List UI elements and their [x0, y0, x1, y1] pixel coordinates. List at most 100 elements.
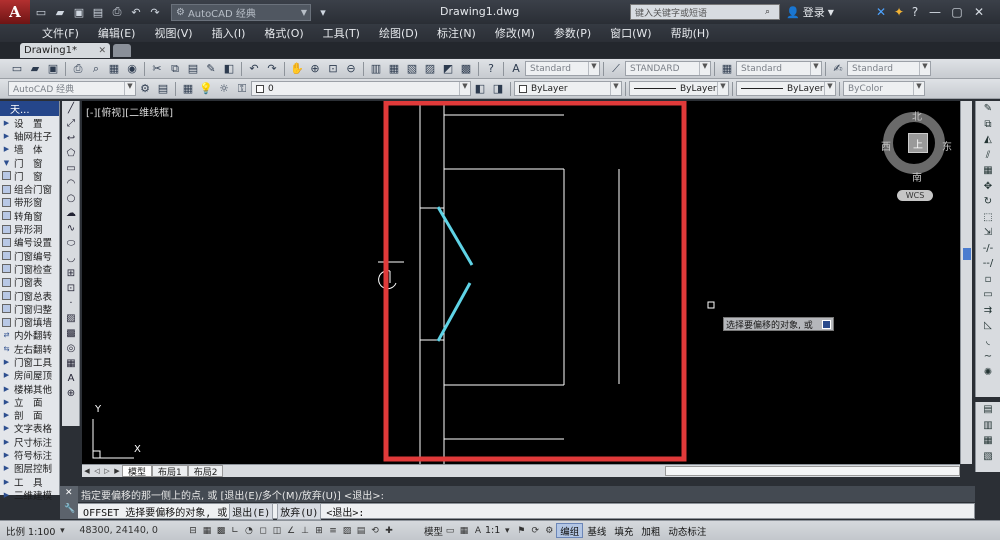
zoom-realtime-icon[interactable]: ⊕: [307, 61, 323, 77]
viewcube-top-face[interactable]: 上: [908, 133, 928, 153]
mirror-icon[interactable]: ◭: [976, 132, 1000, 148]
open-file-icon[interactable]: ▰: [52, 4, 68, 20]
palette-item[interactable]: ▶ 图层控制: [0, 462, 59, 475]
linetype-select[interactable]: ByLayer ▼: [629, 81, 729, 96]
quick-view-icon[interactable]: ▦: [457, 524, 471, 538]
options-icon[interactable]: [822, 319, 831, 329]
layer-properties-icon[interactable]: ▦: [180, 81, 196, 97]
text-style-icon[interactable]: A: [508, 61, 524, 77]
table-style-select[interactable]: Standard ▼: [736, 61, 822, 76]
copy-object-icon[interactable]: ⧉: [976, 117, 1000, 133]
bold-toggle-button[interactable]: 加粗: [637, 523, 664, 538]
mleader-style-select[interactable]: Standard ▼: [847, 61, 931, 76]
layer-select[interactable]: 0 ▼: [251, 81, 471, 96]
palette-item[interactable]: ▶ 墙 体: [0, 143, 59, 156]
array-icon[interactable]: ▦: [976, 163, 1000, 179]
annotation-monitor-icon[interactable]: ✚: [382, 524, 396, 538]
quick-properties-icon[interactable]: ▤: [354, 524, 368, 538]
palette-item[interactable]: ▶ 立 面: [0, 395, 59, 409]
move-icon[interactable]: ✥: [976, 179, 1000, 195]
make-block-icon[interactable]: ⊡: [62, 281, 80, 296]
layout-icon[interactable]: ▭: [443, 524, 457, 538]
workspace-select[interactable]: AutoCAD 经典 ▼: [8, 81, 136, 96]
undo-icon[interactable]: ↶: [246, 61, 262, 77]
save-as-icon[interactable]: ▤: [90, 4, 106, 20]
sheet-set-icon[interactable]: ▨: [422, 61, 438, 77]
add-selected-icon[interactable]: ⊕: [62, 386, 80, 401]
stretch-icon[interactable]: ⇲: [976, 225, 1000, 241]
offset-icon[interactable]: ⫽: [976, 148, 1000, 164]
fillet-icon[interactable]: ◟: [976, 334, 1000, 350]
fill-toggle-button[interactable]: 填充: [610, 523, 637, 538]
help-search-input[interactable]: 键入关键字或短语 ⌕: [630, 4, 780, 20]
rectangle-icon[interactable]: ▭: [62, 161, 80, 176]
help-icon[interactable]: ?: [906, 3, 924, 20]
pan-icon[interactable]: ✋: [289, 61, 305, 77]
minimize-button[interactable]: —: [926, 3, 944, 20]
option-exit[interactable]: 退出(E): [229, 502, 274, 520]
undo-icon[interactable]: ↶: [128, 4, 144, 20]
3d-print-icon[interactable]: ◉: [124, 61, 140, 77]
match-properties-icon[interactable]: ✎: [203, 61, 219, 77]
osnap-icon[interactable]: ◻: [256, 524, 270, 538]
prev-tab-arrow-icon[interactable]: ◁: [92, 466, 102, 477]
bring-front-icon[interactable]: ▤: [976, 402, 1000, 418]
palette-item[interactable]: ▶ 门窗工具: [0, 355, 59, 369]
menu-help[interactable]: 帮助(H): [671, 25, 710, 41]
grid-icon[interactable]: ▩: [214, 524, 228, 538]
menu-insert[interactable]: 插入(I): [212, 25, 246, 41]
trim-icon[interactable]: -/-: [976, 241, 1000, 257]
block-editor-icon[interactable]: ◧: [221, 61, 237, 77]
viewport-controls-label[interactable]: [-][俯视][二维线框]: [86, 104, 173, 119]
ellipse-icon[interactable]: ⬭: [62, 236, 80, 251]
command-line-input[interactable]: ✎▾ OFFSET 选择要偏移的对象, 或 退出(E) 放弃(U) <退出>:: [62, 502, 975, 520]
model-space-toggle[interactable]: 模型: [424, 524, 443, 538]
palette-item[interactable]: ⇄ 内外翻转: [0, 329, 59, 342]
scale-icon[interactable]: ⬚: [976, 210, 1000, 226]
next-tab-arrow-icon[interactable]: ▷: [102, 466, 112, 477]
option-undo[interactable]: 放弃(U): [277, 502, 322, 520]
auto-scale-icon[interactable]: ⟳: [528, 524, 542, 538]
workspace-gear-icon[interactable]: ⚙: [542, 524, 556, 538]
mleader-style-icon[interactable]: ✍: [830, 61, 846, 77]
spline-icon[interactable]: ∿: [62, 221, 80, 236]
tab-layout1[interactable]: 布局1: [152, 465, 188, 478]
wrench-icon[interactable]: 🔧: [60, 498, 78, 514]
dynamic-dimension-toggle-button[interactable]: 动态标注: [664, 523, 710, 538]
palette-item[interactable]: ▶ 三维建模: [0, 488, 59, 502]
redo-icon[interactable]: ↷: [264, 61, 280, 77]
save-icon[interactable]: ▣: [71, 4, 87, 20]
zoom-previous-icon[interactable]: ⊖: [343, 61, 359, 77]
new-tab-button[interactable]: [113, 44, 131, 57]
layer-lock-icon[interactable]: ⚿: [234, 81, 250, 97]
ellipse-arc-icon[interactable]: ◡: [62, 251, 80, 266]
workspace-switcher[interactable]: ⚙ AutoCAD 经典 ▼: [171, 3, 311, 21]
line-icon[interactable]: ╱: [62, 101, 80, 116]
save-icon[interactable]: ▣: [45, 61, 61, 77]
region-icon[interactable]: ◎: [62, 341, 80, 356]
palette-item[interactable]: ▶ 房间屋顶: [0, 369, 59, 382]
palette-item[interactable]: ▶ 尺寸标注: [0, 435, 59, 449]
plotstyle-select[interactable]: ByColor ▼: [843, 81, 925, 96]
zoom-window-icon[interactable]: ⊡: [325, 61, 341, 77]
last-tab-arrow-icon[interactable]: ▶: [112, 466, 122, 477]
make-current-layer-icon[interactable]: ◧: [472, 81, 488, 97]
palette-item[interactable]: 转角窗: [0, 209, 59, 222]
design-center-icon[interactable]: ▦: [386, 61, 402, 77]
workspace-lock-icon[interactable]: ▤: [155, 81, 171, 97]
hatch-icon[interactable]: ▨: [62, 311, 80, 326]
palette-item[interactable]: ▼ 门 窗: [0, 156, 59, 170]
chamfer-icon[interactable]: ◺: [976, 318, 1000, 334]
palette-item[interactable]: ▶ 轴网柱子: [0, 129, 59, 143]
3d-osnap-icon[interactable]: ◫: [270, 524, 284, 538]
palette-item[interactable]: 组合门窗: [0, 182, 59, 196]
selection-cycling-icon[interactable]: ⟲: [368, 524, 382, 538]
bring-above-icon[interactable]: ▦: [976, 433, 1000, 449]
text-style-select[interactable]: Standard ▼: [525, 61, 600, 76]
join-icon[interactable]: ⇉: [976, 303, 1000, 319]
help-icon[interactable]: ?: [483, 61, 499, 77]
point-icon[interactable]: ·: [62, 296, 80, 311]
gradient-icon[interactable]: ▩: [62, 326, 80, 341]
menu-window[interactable]: 窗口(W): [610, 25, 651, 41]
quick-access-menu-icon[interactable]: ▾: [315, 4, 331, 20]
